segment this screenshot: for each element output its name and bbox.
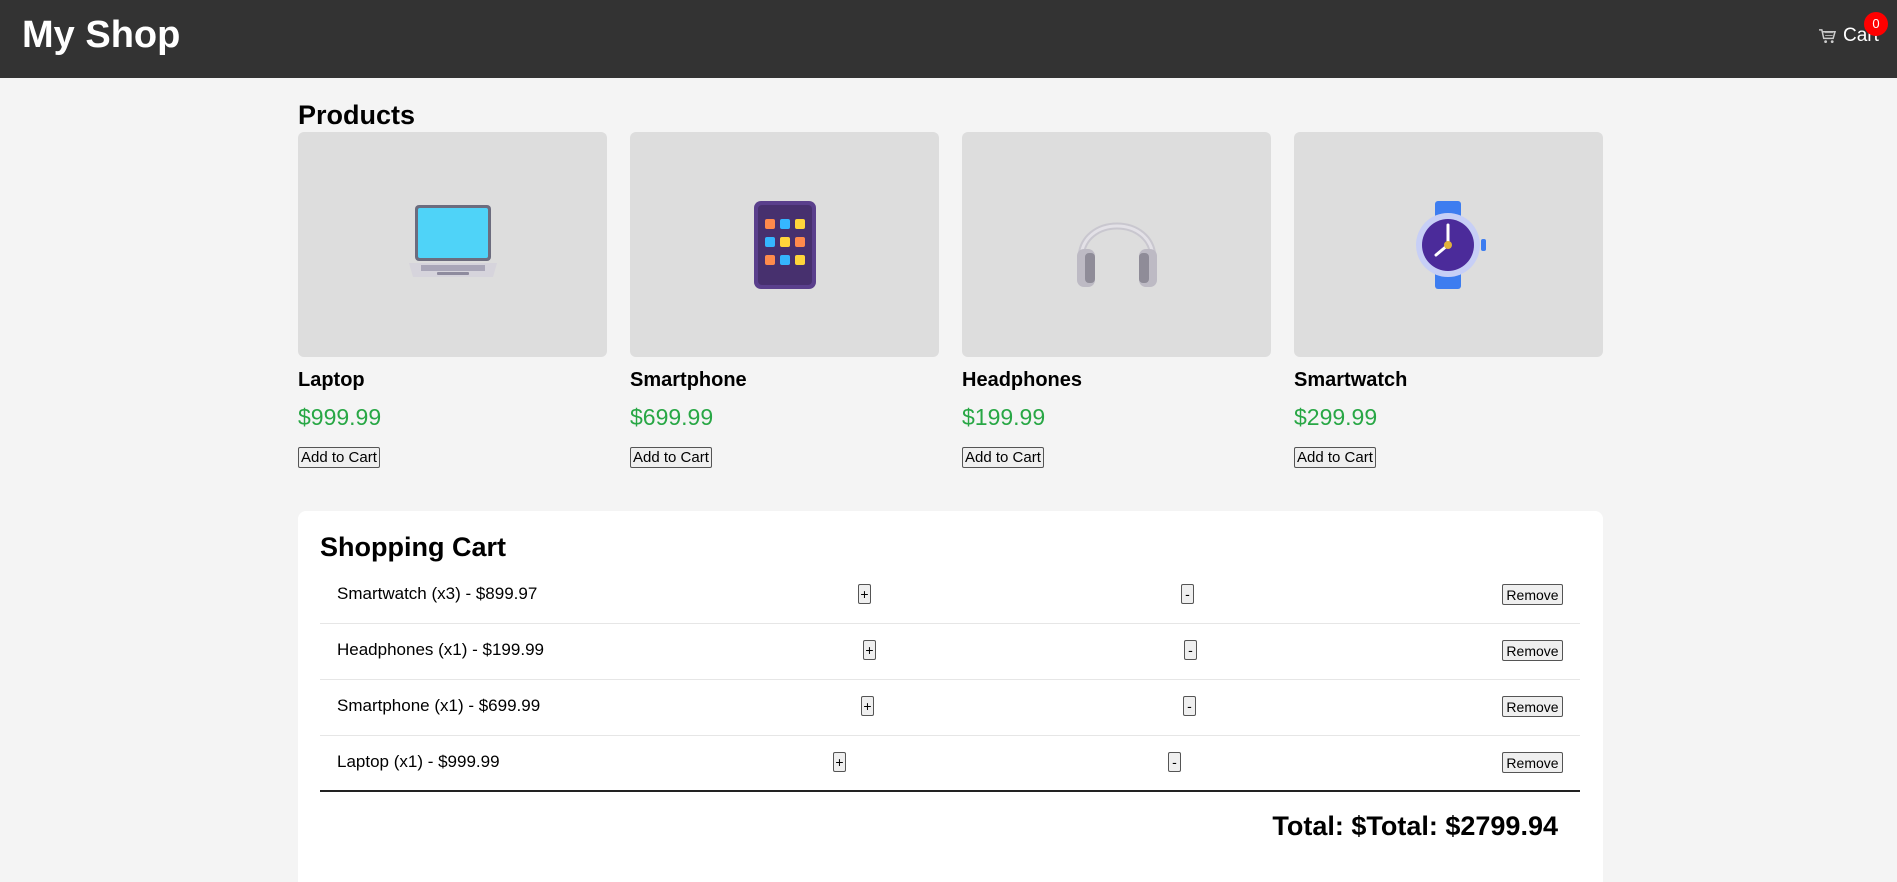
top-nav-bar: My Shop Cart 0: [0, 0, 1897, 78]
shopping-cart-panel: Shopping Cart Smartwatch (x3) - $899.97 …: [298, 511, 1603, 882]
cart-row: Smartwatch (x3) - $899.97 + - Remove: [320, 568, 1580, 624]
increase-quantity-button[interactable]: +: [861, 696, 874, 716]
product-image: [630, 132, 939, 357]
add-to-cart-button[interactable]: Add to Cart: [630, 447, 712, 468]
remove-item-button[interactable]: Remove: [1502, 752, 1563, 773]
product-card-smartwatch: Smartwatch $299.99 Add to Cart: [1294, 132, 1604, 468]
product-image: [962, 132, 1271, 357]
cart-count-badge: 0: [1864, 12, 1888, 36]
decrease-quantity-button[interactable]: -: [1168, 752, 1181, 772]
product-name: Laptop: [298, 369, 365, 391]
add-to-cart-button[interactable]: Add to Cart: [298, 447, 380, 468]
product-image: [298, 132, 607, 357]
headphones-icon: [1076, 222, 1157, 287]
product-name: Headphones: [962, 369, 1083, 391]
product-name: Smartphone: [630, 369, 747, 391]
product-price: $699.99: [630, 404, 714, 430]
product-price: $299.99: [1294, 404, 1378, 430]
smartphone-icon: [753, 200, 816, 289]
remove-item-button[interactable]: Remove: [1502, 584, 1563, 605]
increase-quantity-button[interactable]: +: [858, 584, 871, 604]
cart-item-text: Headphones (x1) - $199.99: [337, 640, 544, 659]
remove-item-button[interactable]: Remove: [1502, 640, 1563, 661]
cart-item-text: Laptop (x1) - $999.99: [337, 752, 500, 771]
product-price: $999.99: [298, 404, 382, 430]
decrease-quantity-button[interactable]: -: [1181, 584, 1194, 604]
cart-row: Laptop (x1) - $999.99 + - Remove: [320, 736, 1580, 792]
increase-quantity-button[interactable]: +: [863, 640, 876, 660]
smartwatch-icon: [1415, 200, 1486, 289]
add-to-cart-button[interactable]: Add to Cart: [962, 447, 1044, 468]
products-heading: Products: [298, 100, 416, 130]
cart-row: Smartphone (x1) - $699.99 + - Remove: [320, 680, 1580, 736]
brand-title: My Shop: [22, 14, 181, 56]
product-price: $199.99: [962, 404, 1046, 430]
product-name: Smartwatch: [1294, 369, 1408, 391]
decrease-quantity-button[interactable]: -: [1183, 696, 1196, 716]
cart-icon: [1819, 29, 1837, 44]
product-card-smartphone: Smartphone $699.99 Add to Cart: [630, 132, 940, 468]
cart-row: Headphones (x1) - $199.99 + - Remove: [320, 624, 1580, 680]
cart-item-text: Smartphone (x1) - $699.99: [337, 696, 541, 715]
cart-item-text: Smartwatch (x3) - $899.97: [337, 584, 538, 603]
cart-title: Shopping Cart: [320, 532, 506, 562]
product-card-laptop: Laptop $999.99 Add to Cart: [298, 132, 608, 468]
decrease-quantity-button[interactable]: -: [1184, 640, 1197, 660]
increase-quantity-button[interactable]: +: [833, 752, 846, 772]
add-to-cart-button[interactable]: Add to Cart: [1294, 447, 1376, 468]
cart-total: Total: $Total: $2799.94: [1272, 811, 1558, 841]
remove-item-button[interactable]: Remove: [1502, 696, 1563, 717]
product-card-headphones: Headphones $199.99 Add to Cart: [962, 132, 1272, 468]
product-image: [1294, 132, 1603, 357]
laptop-icon: [408, 204, 497, 277]
